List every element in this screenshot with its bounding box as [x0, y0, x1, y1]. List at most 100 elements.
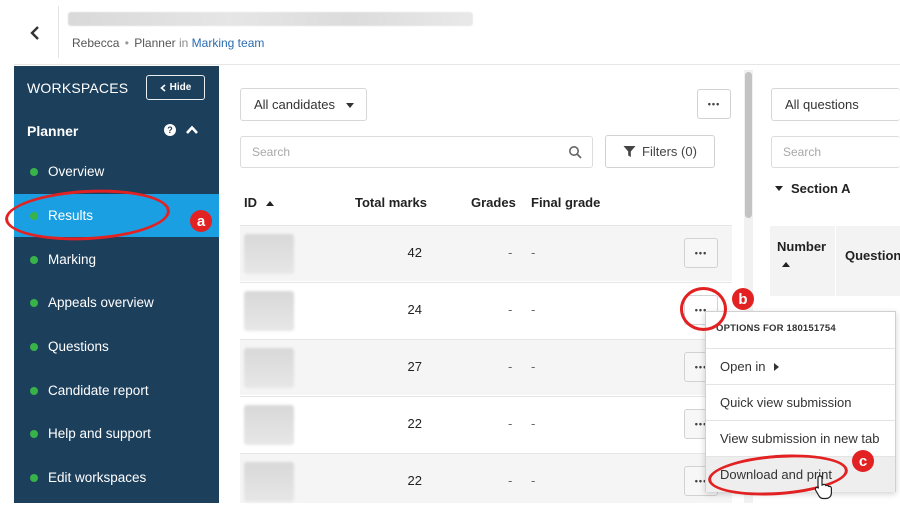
- sidebar-item-candidate-report[interactable]: Candidate report: [14, 369, 219, 412]
- hand-cursor-icon: [814, 475, 832, 500]
- header-divider: [58, 6, 59, 58]
- breadcrumb: Rebecca • Planner in Marking team: [72, 36, 264, 50]
- candidates-search-input[interactable]: Search: [240, 136, 593, 168]
- status-dot-icon: [30, 342, 38, 351]
- more-icon: •••: [707, 99, 721, 109]
- row-options-button[interactable]: •••: [684, 238, 718, 268]
- status-dot-icon: [30, 255, 38, 264]
- sidebar-item-edit-workspaces[interactable]: Edit workspaces: [14, 456, 219, 499]
- sidebar-item-label: Marking: [48, 252, 97, 267]
- chevron-left-icon: [30, 26, 39, 40]
- planner-section-title: Planner: [27, 123, 79, 139]
- total-marks-cell: 22: [407, 473, 422, 488]
- chevron-left-icon: [159, 83, 166, 92]
- sidebar-item-label: Overview: [48, 164, 105, 179]
- column-header-question[interactable]: Question: [845, 248, 900, 263]
- help-icon[interactable]: ?: [164, 124, 176, 136]
- table-row[interactable]: 22 - - •••: [240, 453, 732, 503]
- final-grade-cell: -: [531, 359, 536, 374]
- menu-item-label: Open in: [720, 359, 766, 374]
- column-divider: [835, 226, 836, 296]
- search-placeholder: Search: [783, 145, 822, 159]
- column-header-total-marks[interactable]: Total marks: [355, 195, 427, 210]
- sidebar-item-label: Appeals overview: [48, 295, 154, 310]
- candidates-filter-select[interactable]: All candidates: [240, 88, 367, 121]
- status-dot-icon: [30, 473, 38, 482]
- candidate-id-redacted: [244, 291, 294, 331]
- table-row[interactable]: 27 - - •••: [240, 339, 732, 395]
- page-title-redacted: [68, 12, 473, 26]
- sidebar-item-marking[interactable]: Marking: [14, 238, 219, 281]
- candidate-id-redacted: [244, 348, 294, 388]
- menu-item-open-in[interactable]: Open in: [706, 348, 895, 384]
- total-marks-cell: 22: [407, 416, 422, 431]
- filters-label: Filters (0): [642, 144, 697, 159]
- final-grade-cell: -: [531, 245, 536, 260]
- status-dot-icon: [30, 429, 38, 438]
- table-row[interactable]: 24 - - •••: [240, 282, 732, 338]
- hide-sidebar-button[interactable]: Hide: [146, 75, 205, 100]
- table-row[interactable]: 42 - - •••: [240, 225, 732, 281]
- total-marks-cell: 42: [407, 245, 422, 260]
- breadcrumb-in: in: [178, 36, 189, 50]
- menu-item-quick-view-submission[interactable]: Quick view submission: [706, 384, 895, 420]
- column-header-id[interactable]: ID: [244, 195, 275, 210]
- final-grade-cell: -: [531, 302, 536, 317]
- status-dot-icon: [30, 167, 38, 176]
- column-header-id-label: ID: [244, 195, 257, 210]
- menu-title: OPTIONS FOR 180151754: [716, 323, 836, 334]
- sidebar-item-label: Help and support: [48, 426, 151, 441]
- candidate-id-redacted: [244, 462, 294, 502]
- sidebar: WORKSPACES Hide Planner ? Overview Resul…: [14, 66, 219, 503]
- grades-cell: -: [508, 245, 513, 260]
- questions-search-input[interactable]: Search: [771, 136, 900, 168]
- filters-button[interactable]: Filters (0): [605, 135, 715, 168]
- column-header-grades[interactable]: Grades: [471, 195, 516, 210]
- search-icon: [569, 146, 582, 159]
- grades-cell: -: [508, 473, 513, 488]
- caret-down-icon: [346, 103, 354, 108]
- sidebar-item-questions[interactable]: Questions: [14, 325, 219, 368]
- questions-filter-value: All questions: [785, 97, 859, 112]
- grades-cell: -: [508, 302, 513, 317]
- annotation-badge-a: a: [190, 210, 212, 232]
- sidebar-item-label: Edit workspaces: [48, 470, 147, 485]
- hide-label: Hide: [169, 82, 192, 93]
- sidebar-item-label: Results: [48, 208, 94, 223]
- table-row[interactable]: 22 - - •••: [240, 396, 732, 452]
- column-header-final-grade[interactable]: Final grade: [531, 195, 600, 210]
- back-button[interactable]: [22, 20, 48, 46]
- caret-down-icon: [775, 185, 783, 191]
- questions-filter-select[interactable]: All questions: [771, 88, 900, 121]
- status-dot-icon: [30, 211, 38, 220]
- caret-right-icon: [773, 362, 779, 371]
- breadcrumb-separator: •: [124, 36, 129, 50]
- sidebar-item-label: Candidate report: [48, 383, 149, 398]
- breadcrumb-team-link[interactable]: Marking team: [192, 36, 265, 50]
- candidate-id-redacted: [244, 234, 294, 274]
- candidates-scrollbar-thumb[interactable]: [745, 72, 752, 218]
- sort-asc-icon: [782, 262, 790, 267]
- column-header-number[interactable]: Number: [777, 239, 826, 254]
- sidebar-item-appeals-overview[interactable]: Appeals overview: [14, 281, 219, 324]
- workspaces-title: WORKSPACES: [27, 80, 129, 96]
- chevron-up-icon[interactable]: [185, 123, 199, 137]
- candidate-id-redacted: [244, 405, 294, 445]
- status-dot-icon: [30, 298, 38, 307]
- sort-asc-icon: [265, 201, 274, 206]
- breadcrumb-user: Rebecca: [72, 36, 120, 50]
- sidebar-item-help-and-support[interactable]: Help and support: [14, 412, 219, 455]
- annotation-badge-b: b: [732, 288, 754, 310]
- sidebar-item-overview[interactable]: Overview: [14, 150, 219, 193]
- header-rule: [14, 64, 900, 65]
- menu-item-label: View submission in new tab: [720, 431, 880, 446]
- total-marks-cell: 27: [407, 359, 422, 374]
- grades-cell: -: [508, 359, 513, 374]
- status-dot-icon: [30, 386, 38, 395]
- section-a-toggle[interactable]: Section A: [775, 181, 850, 196]
- sidebar-item-results[interactable]: Results: [14, 194, 219, 237]
- sidebar-item-label: Questions: [48, 339, 109, 354]
- menu-item-label: Quick view submission: [720, 395, 852, 410]
- candidates-options-button[interactable]: •••: [697, 89, 731, 119]
- filter-icon: [623, 146, 636, 157]
